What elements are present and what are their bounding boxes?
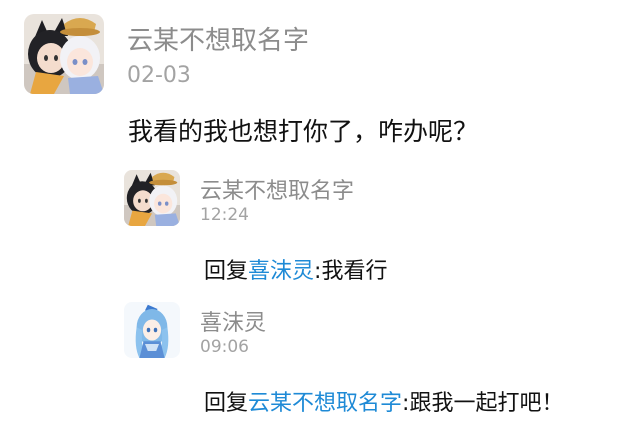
anime-girl-avatar-icon [124, 302, 180, 358]
reply-avatar[interactable] [124, 170, 180, 226]
comment-time: 02-03 [127, 63, 191, 88]
comment-author[interactable]: 云某不想取名字 [127, 20, 309, 57]
reply-prefix: 回复 [204, 391, 249, 416]
reply-text: 我看行 [321, 259, 388, 284]
reply-prefix: 回复 [204, 259, 249, 284]
reply-author[interactable]: 喜沫灵 [200, 305, 266, 337]
reply-mention[interactable]: 喜沫灵 [248, 259, 314, 284]
reply-author[interactable]: 云某不想取名字 [200, 173, 354, 205]
reply-time: 12:24 [200, 205, 249, 225]
anime-character-avatar-icon [24, 14, 104, 94]
comment-content[interactable]: 我看的我也想打你了，咋办呢？ [128, 112, 478, 148]
reply-text: 跟我一起打吧！ [409, 391, 564, 416]
reply-content[interactable]: 回复喜沫灵:我看行 [204, 253, 387, 285]
reply-time: 09:06 [200, 337, 249, 357]
anime-character-avatar-icon [124, 170, 180, 226]
reply-mention[interactable]: 云某不想取名字 [248, 391, 402, 416]
reply-avatar[interactable] [124, 302, 180, 358]
reply-content[interactable]: 回复云某不想取名字:跟我一起打吧！ [204, 385, 563, 417]
comment-avatar[interactable] [24, 14, 104, 94]
